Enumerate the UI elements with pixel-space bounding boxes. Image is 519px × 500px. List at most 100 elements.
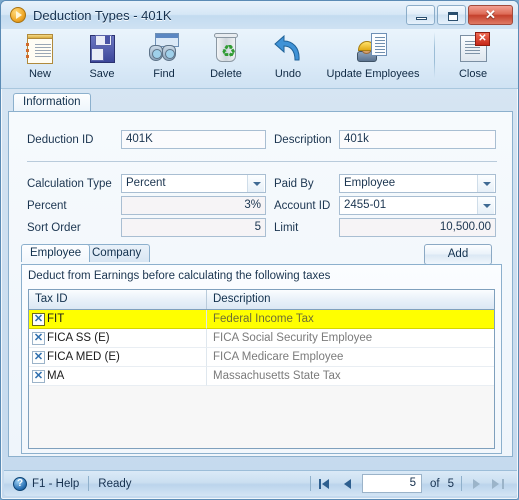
close-window-icon: ✕ bbox=[456, 32, 490, 65]
delete-row-icon[interactable]: ✕ bbox=[32, 350, 45, 364]
play-circle-icon bbox=[10, 7, 26, 23]
record-of-label: of bbox=[430, 477, 440, 490]
update-employees-icon bbox=[356, 33, 390, 65]
content-panel: Information Deduction ID 401K Descriptio… bbox=[8, 93, 513, 457]
grid-cell-tax-id-text: FIT bbox=[47, 313, 65, 325]
toolbar-label-undo: Undo bbox=[274, 68, 302, 80]
paid-by-value: Employee bbox=[344, 177, 396, 189]
record-navigator: 5 of 5 bbox=[307, 474, 509, 493]
tab-information[interactable]: Information bbox=[13, 93, 91, 111]
toolbar-button-find[interactable]: Find bbox=[133, 29, 195, 87]
close-button[interactable]: ✕ bbox=[468, 5, 513, 25]
floppy-disk-save-icon bbox=[85, 33, 119, 65]
window-controls: ✕ bbox=[406, 5, 513, 25]
label-account-id: Account ID bbox=[274, 200, 331, 212]
sort-order-input[interactable]: 5 bbox=[121, 218, 266, 237]
table-row[interactable]: ✕ MA Massachusetts State Tax bbox=[29, 367, 494, 386]
form-divider bbox=[27, 161, 497, 162]
chevron-down-icon[interactable] bbox=[477, 197, 494, 214]
label-sort-order: Sort Order bbox=[27, 222, 81, 234]
toolbar-label-update-employees: Update Employees bbox=[326, 68, 420, 80]
title-bar[interactable]: Deduction Types - 401K ✕ bbox=[1, 1, 518, 29]
toolbar-label-new: New bbox=[28, 68, 51, 80]
grid-column-tax-id[interactable]: Tax ID bbox=[29, 290, 207, 309]
delete-row-icon[interactable]: ✕ bbox=[32, 312, 45, 326]
window-title: Deduction Types - 401K bbox=[33, 7, 172, 23]
grid-column-description[interactable]: Description bbox=[207, 290, 494, 309]
table-row[interactable]: ✕ FIT Federal Income Tax bbox=[29, 310, 494, 329]
toolbar-label-close: Close bbox=[458, 68, 488, 80]
label-paid-by: Paid By bbox=[274, 178, 314, 190]
description-input[interactable]: 401k bbox=[339, 130, 496, 149]
grid-cell-description: FICA Medicare Employee bbox=[207, 348, 494, 367]
first-record-arrow-icon bbox=[322, 479, 329, 489]
binoculars-find-icon bbox=[147, 33, 181, 65]
sub-tabstrip: Employee Company Add bbox=[21, 244, 502, 266]
grid-cell-tax-id: ✕ FIT bbox=[29, 310, 207, 329]
nav-divider-left bbox=[310, 476, 311, 491]
first-record-button[interactable] bbox=[314, 474, 336, 493]
employee-tab-pane: Deduct from Earnings before calculating … bbox=[21, 264, 502, 454]
tab-company[interactable]: Company bbox=[83, 244, 151, 262]
label-calculation-type: Calculation Type bbox=[27, 178, 112, 190]
grid-hint-text: Deduct from Earnings before calculating … bbox=[28, 270, 331, 282]
toolbar-label-delete: Delete bbox=[210, 68, 242, 80]
previous-record-button[interactable] bbox=[336, 474, 358, 493]
toolbar-button-undo[interactable]: Undo bbox=[257, 29, 319, 87]
limit-input[interactable]: 10,500.00 bbox=[339, 218, 496, 237]
calculation-type-select[interactable]: Percent bbox=[121, 174, 266, 193]
record-total-label: 5 bbox=[447, 477, 454, 490]
maximize-icon bbox=[448, 12, 458, 21]
calculation-type-value: Percent bbox=[126, 177, 166, 189]
delete-row-icon[interactable]: ✕ bbox=[32, 369, 45, 383]
grid-header-row: Tax ID Description bbox=[29, 290, 494, 310]
chevron-down-icon[interactable] bbox=[247, 175, 264, 192]
table-row[interactable]: ✕ FICA SS (E) FICA Social Security Employe… bbox=[29, 329, 494, 348]
record-number-input[interactable]: 5 bbox=[362, 474, 422, 493]
account-id-value: 2455-01 bbox=[344, 199, 387, 211]
last-record-bar-icon bbox=[502, 479, 504, 489]
help-icon[interactable]: ? bbox=[13, 476, 27, 491]
delete-row-icon[interactable]: ✕ bbox=[32, 331, 45, 345]
label-description: Description bbox=[274, 134, 332, 146]
next-record-arrow-icon bbox=[473, 479, 480, 489]
grid-cell-tax-id-text: MA bbox=[47, 370, 65, 382]
label-limit: Limit bbox=[274, 222, 299, 234]
toolbar: New Save Find ♻ Delete Undo Update Emplo… bbox=[1, 29, 518, 89]
last-record-button[interactable] bbox=[487, 474, 509, 493]
toolbar-button-save[interactable]: Save bbox=[71, 29, 133, 87]
maximize-button[interactable] bbox=[437, 5, 466, 25]
chevron-down-icon[interactable] bbox=[477, 175, 494, 192]
toolbar-button-close[interactable]: ✕ Close bbox=[442, 29, 504, 87]
minimize-button[interactable] bbox=[406, 5, 435, 25]
taxes-grid[interactable]: Tax ID Description ✕ FIT Federal Income Ta… bbox=[28, 289, 495, 449]
status-bar: ? F1 - Help Ready 5 of 5 bbox=[4, 470, 517, 496]
last-record-arrow-icon bbox=[492, 479, 499, 489]
tab-employee[interactable]: Employee bbox=[21, 244, 91, 262]
toolbar-label-save: Save bbox=[89, 68, 115, 80]
grid-cell-tax-id: ✕ FICA SS (E) bbox=[29, 329, 207, 348]
grid-cell-tax-id: ✕ FICA MED (E) bbox=[29, 348, 207, 367]
grid-cell-tax-id-text: FICA SS (E) bbox=[47, 332, 110, 344]
help-text[interactable]: F1 - Help bbox=[32, 478, 79, 490]
toolbar-button-delete[interactable]: ♻ Delete bbox=[195, 29, 257, 87]
close-icon: ✕ bbox=[485, 7, 496, 22]
account-id-select[interactable]: 2455-01 bbox=[339, 196, 496, 215]
minimize-icon bbox=[416, 17, 427, 20]
toolbar-button-update-employees[interactable]: Update Employees bbox=[319, 29, 427, 87]
table-row[interactable]: ✕ FICA MED (E) FICA Medicare Employee bbox=[29, 348, 494, 367]
next-record-button[interactable] bbox=[465, 474, 487, 493]
application-window: Deduction Types - 401K ✕ New Save Find ♻… bbox=[0, 0, 519, 500]
add-button[interactable]: Add bbox=[424, 244, 492, 265]
grid-cell-tax-id: ✕ MA bbox=[29, 367, 207, 386]
status-text: Ready bbox=[98, 477, 132, 490]
toolbar-separator bbox=[434, 32, 435, 78]
grid-cell-description: Massachusetts State Tax bbox=[207, 367, 494, 386]
toolbar-label-find: Find bbox=[153, 68, 175, 80]
information-pane: Deduction ID 401K Description 401k Calcu… bbox=[8, 111, 513, 457]
paid-by-select[interactable]: Employee bbox=[339, 174, 496, 193]
toolbar-button-new[interactable]: New bbox=[9, 29, 71, 87]
deduction-id-input[interactable]: 401K bbox=[121, 130, 266, 149]
recycle-bin-delete-icon: ♻ bbox=[209, 33, 243, 65]
percent-input[interactable]: 3% bbox=[121, 196, 266, 215]
